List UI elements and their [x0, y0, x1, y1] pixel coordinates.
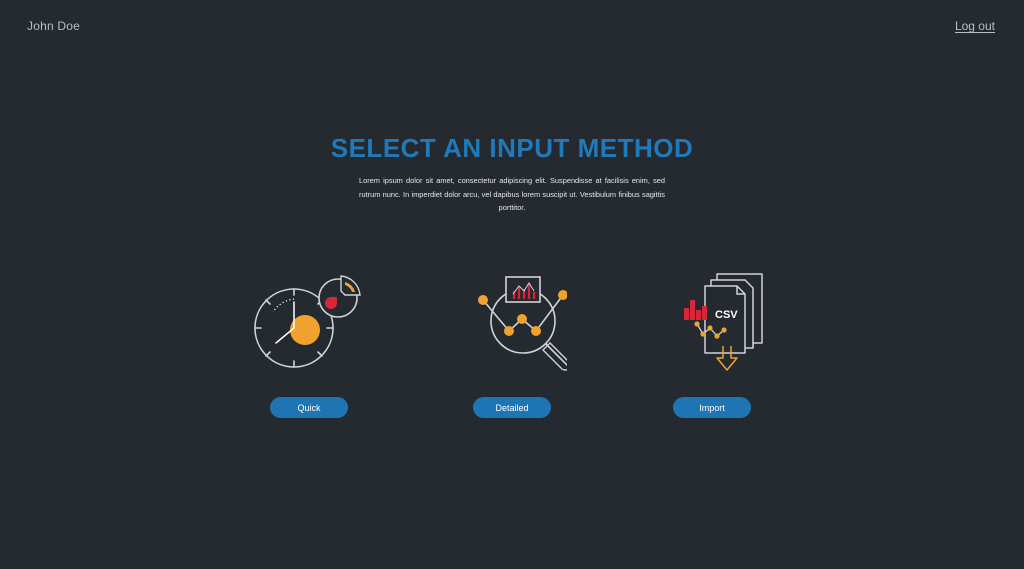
csv-documents-icon: CSV: [684, 273, 763, 371]
magnifier-line-chart-icon: [478, 276, 567, 371]
page: John Doe Log out SELECT AN INPUT METHOD …: [0, 0, 1024, 569]
detailed-button[interactable]: Detailed: [473, 397, 551, 418]
option-detailed: Detailed: [442, 266, 582, 418]
user-name: John Doe: [27, 19, 80, 33]
page-title: SELECT AN INPUT METHOD: [330, 133, 694, 163]
import-button[interactable]: Import: [673, 397, 751, 418]
csv-label: CSV: [715, 309, 738, 321]
option-quick: Quick: [239, 266, 379, 418]
page-description: Lorem ipsum dolor sit amet, consectetur …: [359, 176, 665, 213]
option-import: CSV Import: [642, 266, 782, 418]
quick-button[interactable]: Quick: [270, 397, 348, 418]
logout-link[interactable]: Log out: [955, 19, 995, 33]
stopwatch-pie-chart-icon: [254, 275, 361, 368]
